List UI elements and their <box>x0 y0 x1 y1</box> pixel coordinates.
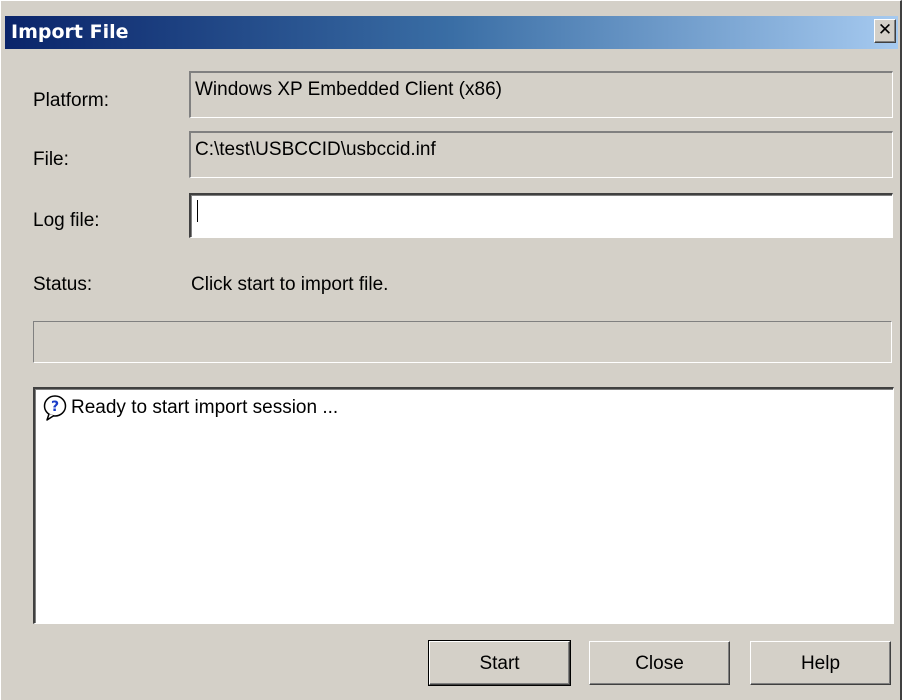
platform-label: Platform: <box>33 90 110 111</box>
platform-field: Windows XP Embedded Client (x86) <box>189 71 893 118</box>
log-entry: ? Ready to start import session ... <box>43 395 338 421</box>
close-button[interactable]: Close <box>589 641 730 685</box>
status-text: Click start to import file. <box>191 274 389 295</box>
question-icon: ? <box>43 395 67 421</box>
status-label: Status: <box>33 274 93 295</box>
close-window-button[interactable]: ✕ <box>874 19 896 43</box>
file-field: C:\test\USBCCID\usbccid.inf <box>189 131 893 178</box>
import-log-list[interactable]: ? Ready to start import session ... <box>33 387 894 624</box>
text-caret <box>197 200 198 222</box>
svg-text:?: ? <box>51 399 59 415</box>
help-button[interactable]: Help <box>750 641 891 685</box>
start-button[interactable]: Start <box>428 640 571 686</box>
log-file-label: Log file: <box>33 210 100 231</box>
import-file-dialog: Import File ✕ Platform: Windows XP Embed… <box>0 0 902 700</box>
close-icon: ✕ <box>877 20 893 40</box>
title-bar[interactable]: Import File ✕ <box>5 16 898 49</box>
file-label: File: <box>33 149 69 170</box>
log-file-input[interactable] <box>189 193 893 238</box>
log-entry-text: Ready to start import session ... <box>71 397 339 418</box>
import-progress-bar <box>33 321 892 363</box>
window-title: Import File <box>11 21 129 43</box>
